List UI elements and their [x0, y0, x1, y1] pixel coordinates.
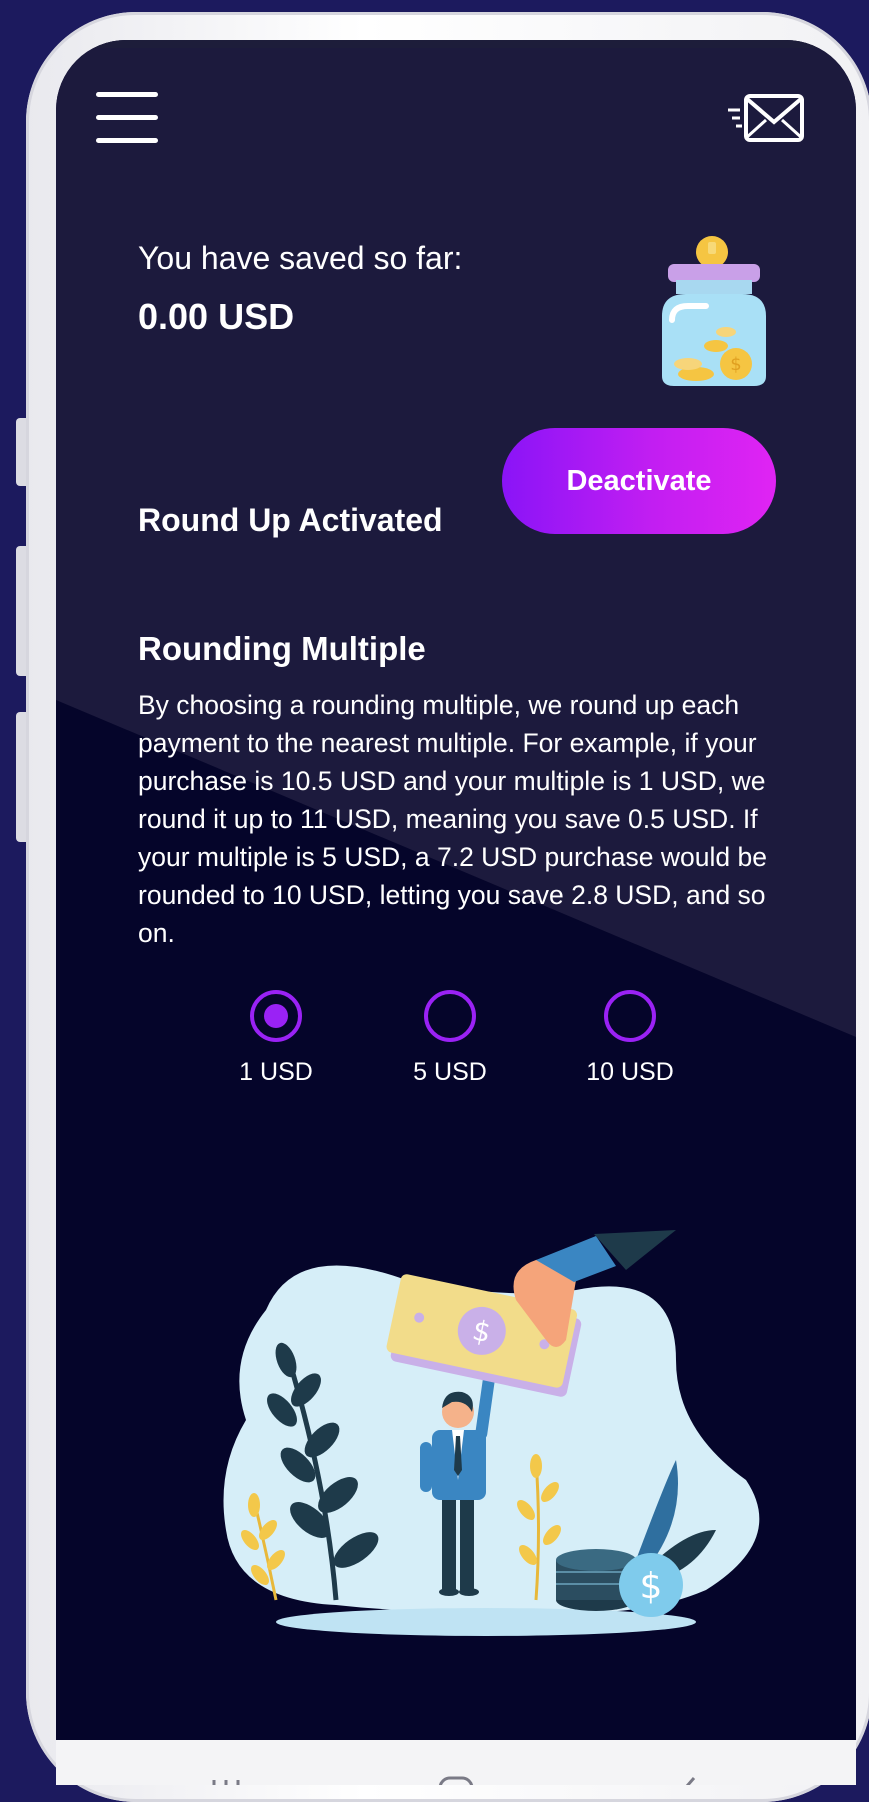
rounding-multiple-title: Rounding Multiple	[138, 630, 426, 667]
rounding-option-5-usd[interactable]: 5 USD	[390, 990, 510, 1087]
radio-unselected-icon	[424, 990, 476, 1042]
recent-apps-icon[interactable]	[206, 1774, 246, 1785]
radio-unselected-icon	[604, 990, 656, 1042]
svg-text:$: $	[640, 1566, 663, 1607]
phone-side-key	[16, 418, 26, 486]
savings-amount: 0.00 USD	[138, 296, 295, 337]
phone-volume-down-key	[16, 712, 26, 842]
rounding-option-1-usd[interactable]: 1 USD	[216, 990, 336, 1087]
hamburger-menu-icon[interactable]	[96, 92, 162, 144]
svg-text:$: $	[730, 354, 741, 375]
savings-jar-icon: $	[662, 236, 766, 386]
rounding-multiple-description: By choosing a rounding multiple, we roun…	[138, 690, 767, 948]
rounding-option-label: 10 USD	[586, 1058, 674, 1086]
status-bar	[56, 40, 856, 48]
back-icon[interactable]	[668, 1774, 708, 1785]
savings-label: You have saved so far:	[138, 240, 463, 276]
deactivate-button[interactable]: Deactivate	[502, 428, 776, 534]
app-screen: You have saved so far: 0.00 USD $ Round …	[56, 40, 856, 1785]
rounding-option-label: 5 USD	[413, 1058, 487, 1086]
home-icon[interactable]	[436, 1774, 476, 1785]
phone-volume-up-key	[16, 546, 26, 676]
money-illustration: $ $	[223, 1230, 760, 1636]
rounding-option-label: 1 USD	[239, 1058, 313, 1086]
roundup-status-label: Round Up Activated	[138, 502, 443, 538]
mail-envelope-icon[interactable]	[726, 90, 806, 146]
rounding-option-10-usd[interactable]: 10 USD	[570, 990, 690, 1087]
radio-selected-icon	[250, 990, 302, 1042]
